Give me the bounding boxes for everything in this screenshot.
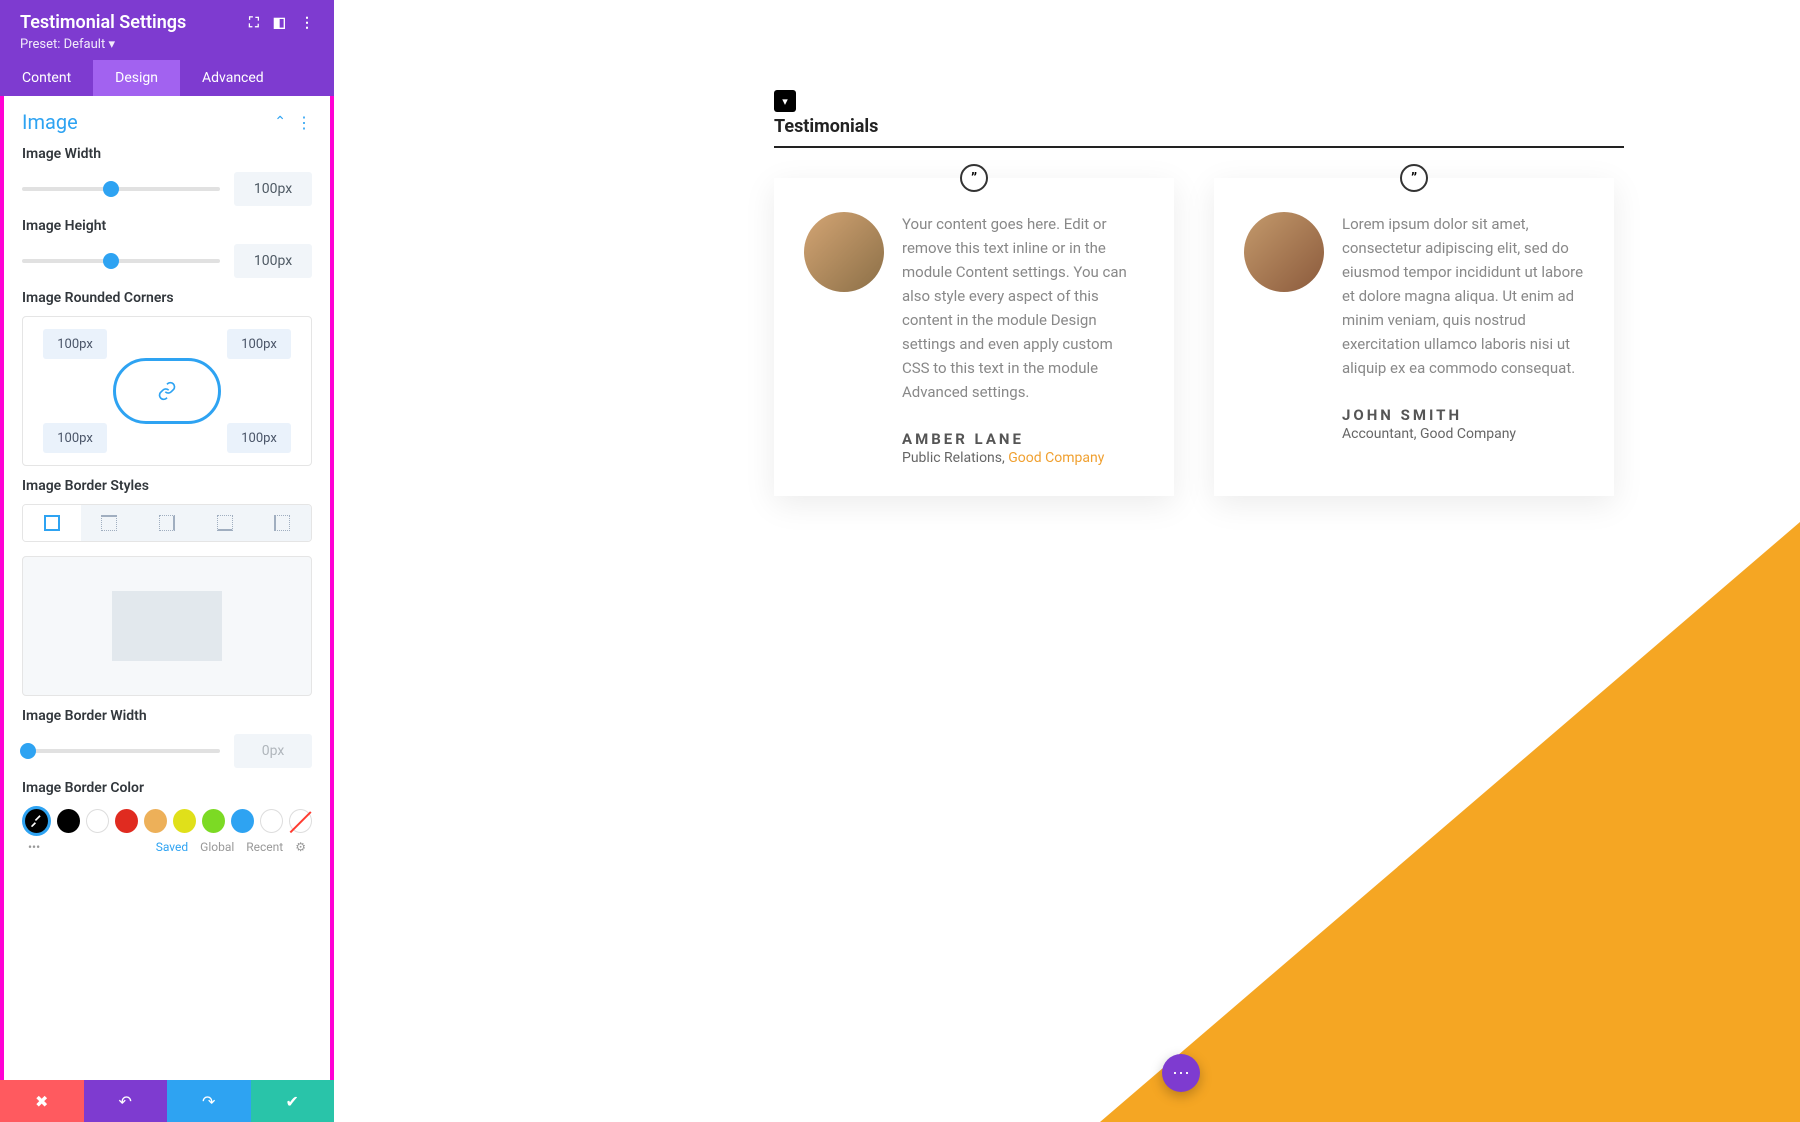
testimonial-card[interactable]: ” Lorem ipsum dolor sit amet, consectetu… [1214,178,1614,496]
author-name: JOHN SMITH [1342,406,1584,424]
border-width-label: Image Border Width [22,708,312,724]
avatar [804,212,884,292]
expand-icon[interactable]: ⛶ [249,15,259,31]
section-title[interactable]: Image [22,110,78,134]
image-height-label: Image Height [22,218,312,234]
avatar [1244,212,1324,292]
testimonial-cards: ” Your content goes here. Edit or remove… [774,178,1614,496]
panel-title: Testimonial Settings [20,12,186,33]
border-style-right[interactable] [138,505,196,541]
company-link[interactable]: Good Company [1008,450,1104,466]
testimonial-card[interactable]: ” Your content goes here. Edit or remove… [774,178,1174,496]
corner-bl-input[interactable] [43,423,107,453]
testimonial-text[interactable]: Your content goes here. Edit or remove t… [902,212,1144,404]
border-style-bottom[interactable] [196,505,254,541]
quote-icon: ” [960,164,988,192]
more-dots-icon[interactable]: ••• [28,840,40,854]
rounded-corners-control [22,316,312,466]
footer-tab-recent[interactable]: Recent [246,840,283,854]
panel-footer: ✖ ↶ ↷ ✔ [0,1080,334,1122]
footer-tab-saved[interactable]: Saved [156,840,188,854]
color-picker-button[interactable] [22,806,51,836]
swatch-black[interactable] [57,809,80,833]
rounded-corners-label: Image Rounded Corners [22,290,312,306]
eyedropper-icon [29,814,43,828]
image-width-input[interactable] [234,172,312,206]
settings-scroll[interactable]: Image ⌃ ⋮ Image Width Image Height Image… [0,96,334,1080]
tab-content[interactable]: Content [0,60,93,96]
testimonial-text[interactable]: Lorem ipsum dolor sit amet, consectetur … [1342,212,1584,380]
border-style-left[interactable] [253,505,311,541]
section-heading: Testimonials [774,116,878,137]
border-styles-label: Image Border Styles [22,478,312,494]
dock-icon[interactable]: ◧ [273,15,286,31]
swatch-green[interactable] [202,809,225,833]
close-button[interactable]: ✖ [0,1080,84,1122]
border-preview [22,556,312,696]
author-name: AMBER LANE [902,430,1144,448]
border-style-all[interactable] [23,505,81,541]
image-width-slider[interactable] [22,187,220,191]
background-triangle [1100,522,1800,1122]
tab-advanced[interactable]: Advanced [180,60,286,96]
image-width-label: Image Width [22,146,312,162]
settings-panel: Testimonial Settings ⛶ ◧ ⋮ Preset: Defau… [0,0,334,1122]
author-role: Public Relations, Good Company [902,450,1144,466]
undo-button[interactable]: ↶ [84,1080,168,1122]
border-style-top[interactable] [81,505,139,541]
link-corners-toggle[interactable] [113,358,221,424]
swatch-yellow[interactable] [173,809,196,833]
footer-gear-icon[interactable]: ⚙ [295,840,306,854]
builder-fab[interactable]: ⋯ [1162,1054,1200,1092]
redo-button[interactable]: ↷ [167,1080,251,1122]
author-role: Accountant, Good Company [1342,426,1584,442]
border-width-slider[interactable] [22,749,220,753]
swatch-red[interactable] [115,809,138,833]
image-height-input[interactable] [234,244,312,278]
save-button[interactable]: ✔ [251,1080,335,1122]
border-width-input[interactable] [234,734,312,768]
collapse-icon[interactable]: ⌃ [274,114,286,130]
link-icon [157,381,177,401]
border-styles-row [22,504,312,542]
swatch-orange[interactable] [144,809,167,833]
more-icon[interactable]: ⋮ [300,15,314,31]
color-swatches [22,806,312,836]
swatch-white-2[interactable] [260,809,283,833]
preset-dropdown[interactable]: Preset: Default ▾ [20,37,314,52]
swatch-blue[interactable] [231,809,254,833]
tab-design[interactable]: Design [93,60,180,96]
company-text: Good Company [1420,426,1516,442]
corner-tl-input[interactable] [43,329,107,359]
footer-tab-global[interactable]: Global [200,840,234,854]
panel-header: Testimonial Settings ⛶ ◧ ⋮ Preset: Defau… [0,0,334,60]
section-dropdown-icon[interactable]: ▾ [774,90,796,112]
border-color-label: Image Border Color [22,780,312,796]
corner-br-input[interactable] [227,423,291,453]
preview-canvas: ▾ Testimonials ” Your content goes here.… [334,0,1800,1122]
swatch-none[interactable] [289,809,312,833]
swatch-white[interactable] [86,809,109,833]
section-divider [774,146,1624,148]
panel-tabs: Content Design Advanced [0,60,334,96]
color-tabs-footer: ••• Saved Global Recent ⚙ [22,836,312,856]
corner-tr-input[interactable] [227,329,291,359]
section-more-icon[interactable]: ⋮ [296,113,312,132]
quote-icon: ” [1400,164,1428,192]
image-height-slider[interactable] [22,259,220,263]
